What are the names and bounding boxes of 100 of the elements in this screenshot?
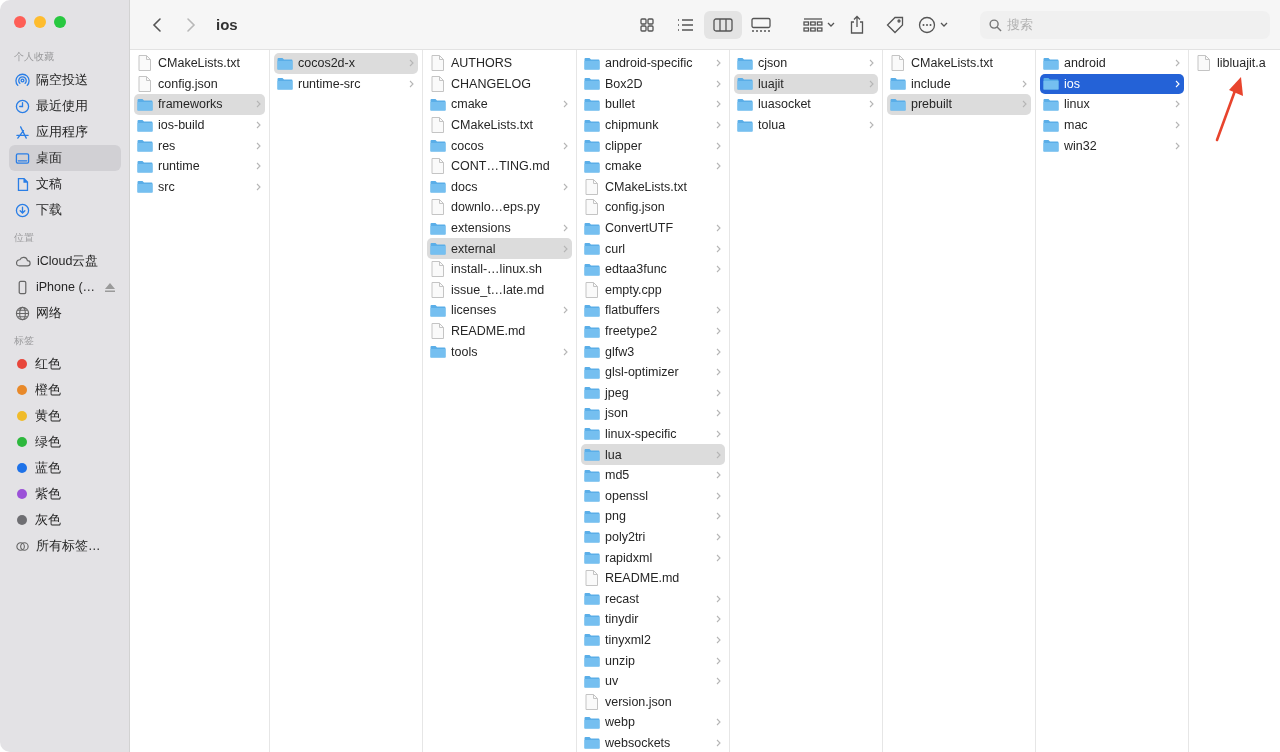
folder-item[interactable]: cmake: [427, 94, 572, 115]
file-item[interactable]: config.json: [134, 73, 265, 95]
chevron-icon: [869, 121, 874, 130]
folder-item[interactable]: runtime-src: [274, 73, 418, 95]
file-item[interactable]: config.json: [581, 197, 725, 218]
folder-item[interactable]: win32: [1040, 135, 1184, 156]
folder-item[interactable]: clipper: [581, 135, 725, 156]
folder-item[interactable]: glsl-optimizer: [581, 361, 725, 383]
folder-item[interactable]: chipmunk: [581, 114, 725, 136]
sidebar-item[interactable]: 紫色: [9, 481, 121, 507]
sidebar-item[interactable]: 桌面: [9, 145, 121, 171]
folder-item[interactable]: webp: [581, 712, 725, 733]
sidebar-item[interactable]: iPhone (…: [9, 274, 121, 300]
sidebar-item[interactable]: 隔空投送: [9, 67, 121, 93]
chevron-icon: [716, 409, 721, 418]
folder-item[interactable]: include: [887, 73, 1031, 95]
file-item[interactable]: empty.cpp: [581, 279, 725, 301]
sidebar-item[interactable]: 灰色: [9, 507, 121, 533]
folder-item[interactable]: tools: [427, 341, 572, 362]
sidebar-item[interactable]: 绿色: [9, 429, 121, 455]
file-item[interactable]: libluajit.a: [1193, 53, 1276, 74]
file-item[interactable]: CMakeLists.txt: [887, 53, 1031, 74]
folder-item[interactable]: curl: [581, 238, 725, 259]
chevron-icon: [716, 594, 721, 603]
folder-item[interactable]: mac: [1040, 114, 1184, 136]
folder-item[interactable]: tolua: [734, 114, 878, 136]
folder-item[interactable]: bullet: [581, 94, 725, 115]
folder-item[interactable]: recast: [581, 588, 725, 610]
sidebar-item[interactable]: 最近使用: [9, 93, 121, 119]
folder-item[interactable]: openssl: [581, 485, 725, 507]
folder-item[interactable]: android: [1040, 53, 1184, 74]
folder-item[interactable]: ios: [1040, 73, 1184, 95]
file-item[interactable]: README.md: [581, 567, 725, 589]
folder-item[interactable]: tinydir: [581, 609, 725, 630]
folder-item[interactable]: tinyxml2: [581, 629, 725, 651]
file-item[interactable]: downlo…eps.py: [427, 197, 572, 218]
sidebar-item[interactable]: 文稿: [9, 171, 121, 197]
folder-item[interactable]: poly2tri: [581, 526, 725, 548]
folder-item[interactable]: cocos: [427, 135, 572, 156]
sidebar-item[interactable]: 网络: [9, 300, 121, 326]
folder-item[interactable]: cmake: [581, 155, 725, 177]
folder-icon: [583, 654, 600, 667]
item-name: bullet: [605, 97, 636, 112]
sidebar-item[interactable]: 蓝色: [9, 455, 121, 481]
folder-item[interactable]: edtaa3func: [581, 258, 725, 280]
folder-item[interactable]: freetype2: [581, 320, 725, 342]
sidebar-item[interactable]: iCloud云盘: [9, 248, 121, 274]
eject-icon[interactable]: [105, 282, 115, 292]
folder-item[interactable]: png: [581, 506, 725, 527]
folder-item[interactable]: Box2D: [581, 73, 725, 95]
file-item[interactable]: version.json: [581, 691, 725, 712]
folder-item[interactable]: android-specific: [581, 53, 725, 74]
folder-item[interactable]: websockets: [581, 732, 725, 752]
file-item[interactable]: AUTHORS: [427, 53, 572, 74]
folder-item[interactable]: lua: [581, 444, 725, 465]
item-name: licenses: [451, 303, 498, 318]
file-item[interactable]: README.md: [427, 320, 572, 342]
sidebar-item[interactable]: 应用程序: [9, 119, 121, 145]
search-field[interactable]: 搜索: [980, 10, 1270, 39]
folder-item[interactable]: json: [581, 403, 725, 424]
file-item[interactable]: CMakeLists.txt: [134, 53, 265, 74]
sidebar-item[interactable]: 黄色: [9, 403, 121, 429]
file-item[interactable]: CMakeLists.txt: [427, 114, 572, 136]
folder-item[interactable]: rapidxml: [581, 547, 725, 568]
folder-item[interactable]: md5: [581, 464, 725, 486]
close-button[interactable]: [14, 16, 26, 28]
folder-item[interactable]: ios-build: [134, 114, 265, 136]
folder-item[interactable]: ConvertUTF: [581, 217, 725, 239]
folder-item[interactable]: glfw3: [581, 341, 725, 362]
file-item[interactable]: CMakeLists.txt: [581, 176, 725, 198]
folder-item[interactable]: frameworks: [134, 94, 265, 115]
folder-item[interactable]: linux: [1040, 94, 1184, 115]
sidebar-item[interactable]: 所有标签…: [9, 533, 121, 559]
file-item[interactable]: issue_t…late.md: [427, 279, 572, 301]
folder-item[interactable]: extensions: [427, 217, 572, 239]
folder-item[interactable]: external: [427, 238, 572, 259]
folder-item[interactable]: uv: [581, 670, 725, 692]
sidebar-item[interactable]: 红色: [9, 351, 121, 377]
folder-icon: [583, 468, 600, 482]
folder-item[interactable]: cocos2d-x: [274, 53, 418, 74]
folder-item[interactable]: unzip: [581, 650, 725, 671]
folder-item[interactable]: linux-specific: [581, 423, 725, 445]
sidebar-item[interactable]: 橙色: [9, 377, 121, 403]
folder-item[interactable]: runtime: [134, 155, 265, 177]
folder-item[interactable]: licenses: [427, 300, 572, 321]
column-view-button[interactable]: [704, 10, 742, 39]
folder-item[interactable]: luasocket: [734, 94, 878, 115]
file-item[interactable]: CONT…TING.md: [427, 155, 572, 177]
file-item[interactable]: CHANGELOG: [427, 73, 572, 95]
folder-item[interactable]: res: [134, 135, 265, 156]
folder-item[interactable]: flatbuffers: [581, 300, 725, 321]
sidebar-item-label: 所有标签…: [36, 537, 102, 555]
folder-item[interactable]: prebuilt: [887, 94, 1031, 115]
folder-item[interactable]: src: [134, 176, 265, 198]
sidebar-item[interactable]: 下载: [9, 197, 121, 223]
folder-item[interactable]: luajit: [734, 73, 878, 95]
folder-item[interactable]: cjson: [734, 53, 878, 74]
folder-item[interactable]: docs: [427, 176, 572, 198]
file-item[interactable]: install-…linux.sh: [427, 258, 572, 280]
folder-item[interactable]: jpeg: [581, 382, 725, 404]
